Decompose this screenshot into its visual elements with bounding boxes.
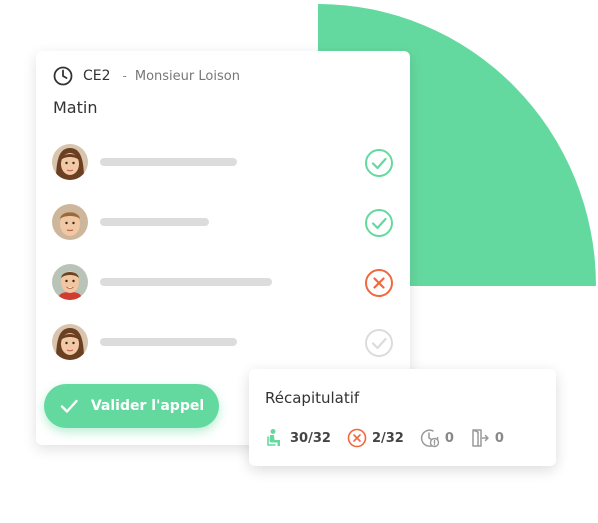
late-count: 0 (420, 428, 454, 448)
validate-button-label: Valider l'appel (90, 398, 205, 414)
summary-card: Récapitulatif 30/32 2/32 0 0 (249, 369, 556, 466)
child-avatar-boy (52, 264, 88, 300)
unmarked-check-icon[interactable] (364, 328, 394, 358)
student-row[interactable] (52, 264, 394, 302)
late-count-value: 0 (444, 430, 454, 446)
summary-title: Récapitulatif (265, 389, 360, 407)
student-row[interactable] (52, 324, 394, 362)
student-row[interactable] (52, 144, 394, 182)
teacher-name: Monsieur Loison (134, 68, 240, 84)
clock-icon (53, 66, 73, 86)
absent-cross-icon[interactable] (364, 268, 394, 298)
left-count: 0 (470, 428, 504, 448)
class-name: CE2 (83, 68, 111, 84)
student-name-placeholder (100, 158, 237, 166)
child-avatar-boy (52, 204, 88, 240)
check-icon (60, 399, 78, 413)
student-name-placeholder (100, 338, 237, 346)
present-count: 30/32 (265, 428, 331, 448)
student-row[interactable] (52, 204, 394, 242)
card-header: CE2 - Monsieur Loison (53, 66, 240, 86)
child-avatar-girl (52, 324, 88, 360)
validate-attendance-button[interactable]: Valider l'appel (44, 384, 219, 428)
absent-count: 2/32 (347, 428, 404, 448)
child-avatar-girl (52, 144, 88, 180)
present-check-icon[interactable] (364, 148, 394, 178)
present-count-value: 30/32 (290, 430, 331, 446)
present-check-icon[interactable] (364, 208, 394, 238)
absent-count-value: 2/32 (371, 430, 404, 446)
absent-cross-icon (347, 428, 367, 448)
left-count-value: 0 (494, 430, 504, 446)
student-name-placeholder (100, 218, 209, 226)
summary-stats: 30/32 2/32 0 0 (265, 427, 520, 449)
header-separator: - (122, 69, 127, 83)
period-title: Matin (53, 98, 98, 117)
seated-person-icon (267, 429, 280, 446)
student-name-placeholder (100, 278, 272, 286)
exit-door-icon (472, 429, 489, 447)
late-clock-icon (420, 429, 440, 448)
